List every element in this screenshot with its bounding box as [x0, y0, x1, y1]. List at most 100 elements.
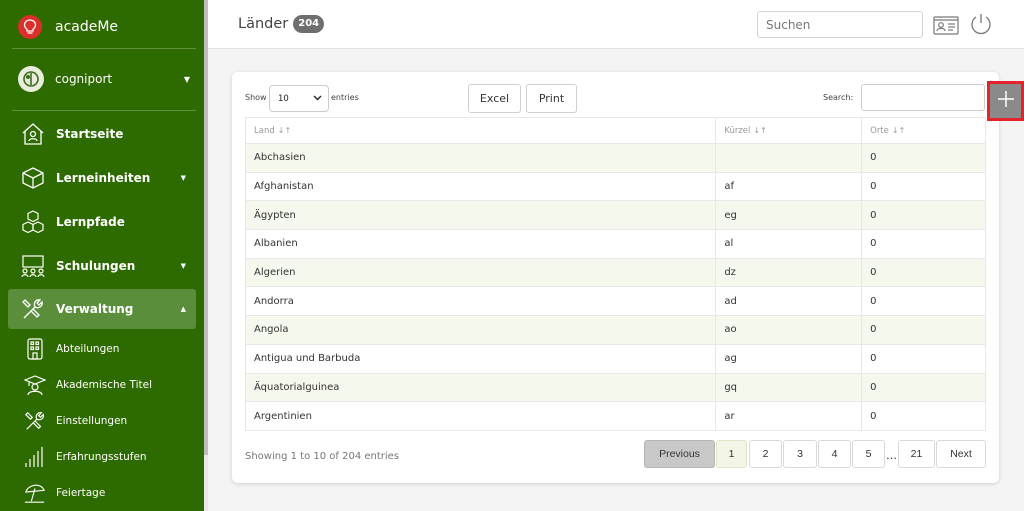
table-row[interactable]: Argentinien ar 0	[244, 401, 986, 431]
sub-item-label: Akademische Titel	[56, 379, 152, 391]
page-button-2[interactable]: 2	[749, 440, 782, 468]
next-page-button[interactable]: Next	[936, 440, 986, 468]
page-button-21[interactable]: 21	[898, 440, 935, 468]
print-button[interactable]: Print	[526, 84, 577, 113]
caret-up-icon: ▲	[180, 305, 186, 313]
cell-orte: 0	[861, 401, 986, 431]
nav-item-schulungen[interactable]: Schulungen ▼	[8, 246, 196, 286]
cell-land: Algerien	[244, 257, 717, 288]
page-button-3[interactable]: 3	[783, 440, 817, 468]
table-row[interactable]: Algerien dz 0	[244, 257, 986, 288]
sub-item-feiertage[interactable]: Feiertage	[24, 481, 105, 505]
page-title-text: Länder	[238, 16, 289, 32]
bars-icon	[24, 446, 46, 468]
table-row[interactable]: Antigua und Barbuda ag 0	[244, 343, 986, 374]
brand[interactable]: acadeMe	[18, 14, 118, 40]
cell-kuerzel: gq	[715, 372, 863, 403]
cell-kuerzel: ag	[715, 343, 863, 374]
divider	[12, 48, 196, 49]
org-logo-icon	[18, 66, 44, 92]
sub-item-label: Einstellungen	[56, 415, 128, 427]
cell-orte: 0	[861, 257, 986, 288]
classroom-icon	[20, 253, 46, 279]
nav-label: Lerneinheiten	[56, 171, 151, 185]
page-button-4[interactable]: 4	[818, 440, 851, 468]
sub-item-erfahrungsstufen[interactable]: Erfahrungsstufen	[24, 445, 147, 469]
pagination-ellipsis: …	[886, 449, 897, 462]
sidebar: acadeMe cogniport ▼ Startseite Lerneinhe…	[0, 0, 208, 511]
sub-item-akademische-titel[interactable]: Akademische Titel	[24, 373, 152, 397]
sort-icon: ↓↑	[891, 125, 906, 135]
entries-label: entries	[331, 93, 359, 102]
cell-orte: 0	[861, 143, 986, 173]
org-switcher[interactable]: cogniport ▼	[18, 66, 190, 92]
divider	[12, 110, 196, 111]
cell-kuerzel	[715, 143, 863, 173]
cell-kuerzel: al	[715, 229, 863, 259]
org-name: cogniport	[55, 72, 113, 86]
sidebar-scrollbar[interactable]	[204, 0, 208, 455]
nav-item-startseite[interactable]: Startseite	[8, 114, 196, 154]
sub-item-abteilungen[interactable]: Abteilungen	[24, 337, 119, 361]
sub-item-label: Abteilungen	[56, 343, 120, 355]
cell-kuerzel: ar	[715, 401, 863, 431]
count-badge: 204	[293, 15, 325, 33]
page-button-5[interactable]: 5	[852, 440, 885, 468]
app-name: acadeMe	[55, 19, 119, 35]
column-header-orte[interactable]: Orte ↓↑	[861, 117, 986, 144]
global-search-input[interactable]	[757, 11, 923, 38]
home-icon	[20, 121, 46, 147]
cube-icon	[20, 165, 46, 191]
cell-orte: 0	[861, 372, 986, 403]
cell-land: Äquatorialguinea	[244, 372, 717, 403]
table-row[interactable]: Andorra ad 0	[244, 286, 986, 317]
cell-land: Abchasien	[244, 143, 717, 173]
lightbulb-icon	[18, 15, 42, 39]
table-search-input[interactable]	[861, 84, 985, 111]
cell-land: Angola	[244, 315, 717, 345]
countries-card: Show 10 entries Excel Print Search: Land…	[232, 72, 999, 483]
page-length-value: 10	[278, 93, 289, 104]
column-header-land[interactable]: Land ↓↑	[244, 117, 717, 144]
table-row[interactable]: Afghanistan af 0	[244, 171, 986, 202]
cell-kuerzel: eg	[715, 200, 863, 231]
sub-item-einstellungen[interactable]: Einstellungen	[24, 409, 127, 433]
cell-orte: 0	[861, 200, 986, 231]
cell-kuerzel: ao	[715, 315, 863, 345]
page-length-select[interactable]: 10	[269, 85, 329, 112]
cell-land: Argentinien	[244, 401, 717, 431]
cell-orte: 0	[861, 171, 986, 202]
cell-orte: 0	[861, 315, 986, 345]
power-icon[interactable]	[969, 12, 993, 36]
tools-icon	[20, 296, 46, 322]
nav-item-verwaltung[interactable]: Verwaltung ▲	[8, 289, 196, 329]
column-header-kuerzel[interactable]: Kürzel ↓↑	[715, 117, 863, 144]
nav-item-lerneinheiten[interactable]: Lerneinheiten ▼	[8, 158, 196, 198]
id-card-icon[interactable]	[933, 14, 959, 36]
cell-kuerzel: af	[715, 171, 863, 202]
caret-down-icon: ▼	[183, 74, 190, 84]
cell-orte: 0	[861, 343, 986, 374]
table-header-row: Land ↓↑ Kürzel ↓↑ Orte ↓↑	[244, 117, 986, 144]
nav-label: Startseite	[56, 127, 124, 141]
beach-umbrella-icon	[24, 482, 46, 504]
table-row[interactable]: Äquatorialguinea gq 0	[244, 372, 986, 403]
countries-table: Land ↓↑ Kürzel ↓↑ Orte ↓↑ Abchasien 0 Afghan…	[244, 117, 986, 431]
excel-export-button[interactable]: Excel	[468, 84, 521, 113]
table-row[interactable]: Ägypten eg 0	[244, 200, 986, 231]
nav-item-lernpfade[interactable]: Lernpfade	[8, 202, 196, 242]
cell-orte: 0	[861, 229, 986, 259]
cell-land: Afghanistan	[244, 171, 717, 202]
cubes-icon	[20, 209, 46, 235]
table-info: Showing 1 to 10 of 204 entries	[245, 451, 400, 462]
previous-page-button[interactable]: Previous	[644, 440, 715, 468]
table-row[interactable]: Abchasien 0	[244, 143, 986, 173]
graduate-icon	[24, 374, 46, 396]
show-label: Show	[245, 93, 267, 102]
building-icon	[24, 338, 46, 360]
page-button-1[interactable]: 1	[716, 440, 747, 468]
nav-label: Lernpfade	[56, 215, 125, 229]
add-country-button[interactable]	[987, 81, 1024, 121]
table-row[interactable]: Angola ao 0	[244, 315, 986, 345]
table-row[interactable]: Albanien al 0	[244, 229, 986, 259]
